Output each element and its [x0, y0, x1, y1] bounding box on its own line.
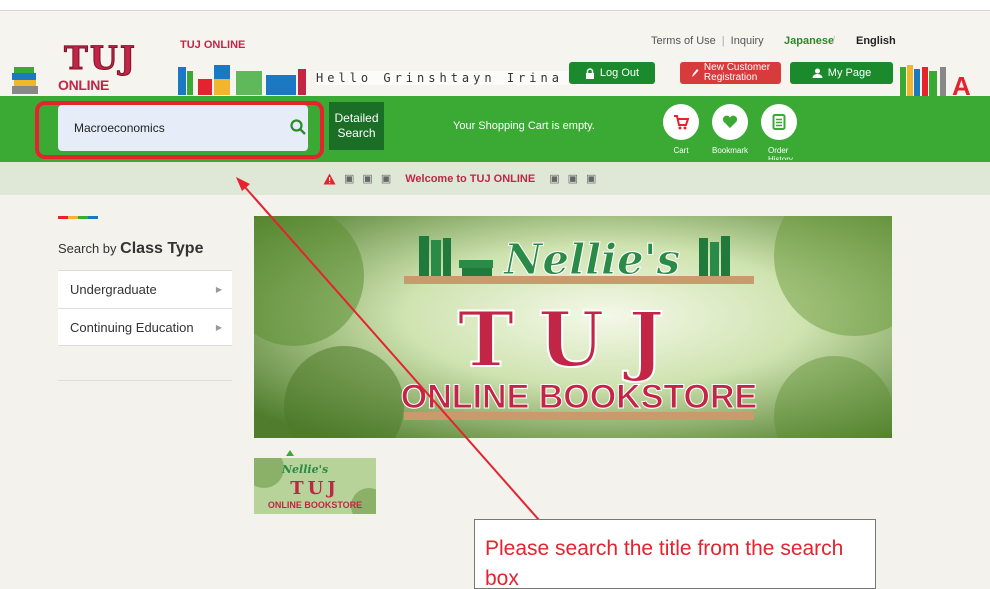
divider: | — [721, 35, 725, 47]
new-customer-button[interactable]: New Customer Registration — [680, 62, 781, 84]
inquiry-link[interactable]: Inquiry — [731, 35, 764, 47]
document-icon — [772, 114, 786, 130]
banner-image: Nellie's TUJ ONLINE BOOKSTORE — [254, 216, 892, 438]
chevron-right-icon: ▶ — [215, 285, 222, 294]
new-customer-label-2: Registration — [703, 72, 758, 83]
lock-icon — [585, 67, 594, 79]
brand-name: TUJ ONLINE — [180, 39, 246, 51]
greeting-text: Hello Grinshtayn Irina ! — [316, 71, 586, 85]
mypage-label: My Page — [827, 67, 872, 79]
mypage-button[interactable]: My Page — [790, 62, 893, 84]
book-icon: ▣ — [362, 173, 373, 185]
warning-icon — [323, 173, 336, 184]
carousel-indicator-icon — [286, 450, 294, 456]
site-logo[interactable]: TUJ ONLINE BOOKSTORE — [58, 39, 176, 110]
pencil-icon — [691, 69, 699, 77]
banner-logo-title: TUJ — [458, 295, 689, 384]
sidebar-divider — [58, 380, 232, 381]
book-icon: ▣ — [344, 173, 355, 185]
user-icon — [812, 68, 823, 78]
thumbnail-logo-subtitle: ONLINE BOOKSTORE — [268, 500, 362, 510]
books-decoration-right: A — [900, 65, 971, 97]
order-history-label[interactable]: Order History — [768, 146, 796, 160]
top-links: Terms of Use | Inquiry — [651, 35, 764, 47]
sidebar-title-prefix: Search by — [58, 241, 117, 256]
lang-divider: / — [832, 35, 836, 47]
bookmark-button[interactable] — [712, 104, 748, 140]
logout-button[interactable]: Log Out — [569, 62, 655, 84]
class-type-list: Undergraduate ▶ Continuing Education ▶ — [58, 270, 232, 346]
book-icon: ▣ — [586, 173, 597, 185]
detailed-search-label-1: Detailed — [334, 111, 379, 125]
heart-icon — [722, 115, 738, 128]
top-strip — [0, 0, 990, 10]
site-header: A TUJ ONLINE BOOKSTORE TUJ ONLINE Terms … — [0, 10, 990, 110]
sidebar-item-undergraduate[interactable]: Undergraduate ▶ — [58, 270, 232, 308]
logout-label: Log Out — [599, 67, 640, 79]
banner-thumbnail[interactable]: Nellie's TUJ ONLINE BOOKSTORE — [254, 458, 376, 514]
thumbnail-image: Nellie's TUJ ONLINE BOOKSTORE — [254, 458, 376, 514]
cart-status: Your Shopping Cart is empty. — [453, 120, 595, 132]
welcome-text: Welcome to TUJ ONLINE — [405, 172, 536, 185]
books-decoration-left — [12, 67, 38, 94]
sidebar-item-label: Continuing Education — [70, 319, 194, 335]
sidebar-title-bold: Class Type — [120, 240, 204, 257]
banner-logo-subtitle: ONLINE BOOKSTORE — [401, 378, 757, 416]
search-highlight-box — [35, 101, 324, 159]
thumbnail-shop-name: Nellie's — [281, 463, 328, 476]
book-icon: ▣ — [567, 173, 579, 185]
lang-english[interactable]: English — [856, 35, 896, 47]
book-icon: ▣ — [380, 173, 392, 185]
books-decoration-middle — [178, 65, 306, 95]
order-history-button[interactable] — [761, 104, 797, 140]
main-banner[interactable]: Nellie's TUJ ONLINE BOOKSTORE — [254, 216, 892, 438]
cart-button[interactable] — [663, 104, 699, 140]
logo-title: TUJ — [64, 39, 137, 77]
bookmark-label[interactable]: Bookmark — [710, 146, 750, 155]
sidebar-accent-line — [58, 216, 98, 219]
cart-label[interactable]: Cart — [670, 146, 692, 155]
welcome-banner: ▣ ▣ ▣ Welcome to TUJ ONLINE ▣ ▣ ▣ — [323, 172, 596, 185]
book-icon: ▣ — [549, 173, 560, 185]
terms-link[interactable]: Terms of Use — [651, 35, 716, 47]
sidebar-item-label: Undergraduate — [70, 282, 157, 297]
lang-japanese[interactable]: Japanese — [784, 35, 834, 47]
thumbnail-logo-title: TUJ — [290, 478, 340, 499]
chevron-right-icon: ▶ — [215, 322, 222, 332]
cart-icon — [674, 115, 689, 130]
svg-text:A: A — [952, 71, 971, 97]
sidebar-title: Search by Class Type — [58, 240, 203, 258]
detailed-search-button[interactable]: Detailed Search — [329, 102, 384, 150]
detailed-search-label-2: Search — [337, 126, 376, 140]
banner-shop-name: Nellie's — [502, 235, 680, 284]
sidebar-item-continuing-education[interactable]: Continuing Education ▶ — [58, 308, 232, 346]
